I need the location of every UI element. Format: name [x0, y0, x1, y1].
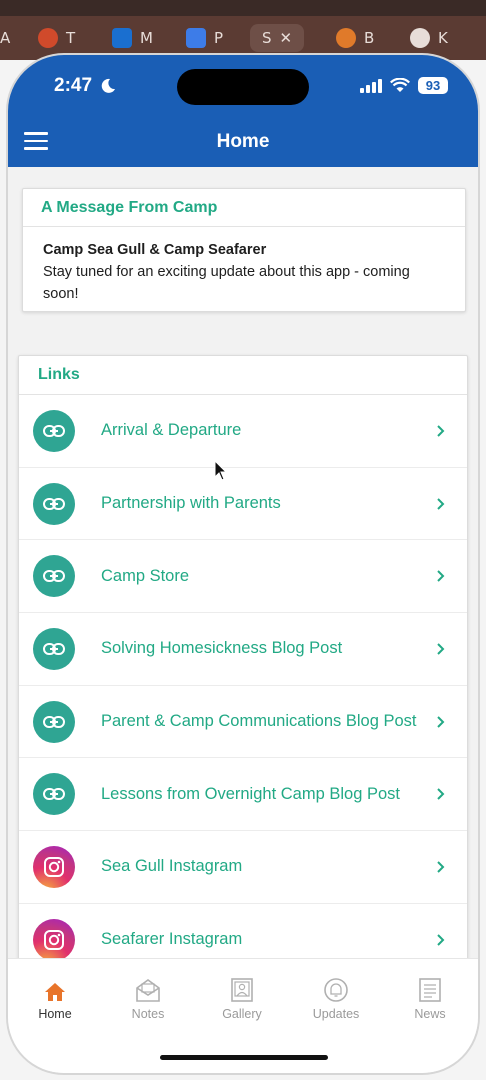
nav-home[interactable]: Home: [15, 975, 95, 1021]
chevron-right-icon: [437, 715, 445, 728]
globe-icon: [410, 28, 430, 48]
powerpoint-icon: [38, 28, 58, 48]
links-heading: Links: [19, 356, 467, 395]
phone-screen: 2:47 93 Home A Message From Camp Camp Se…: [8, 55, 478, 1073]
status-icons: 93: [360, 77, 448, 94]
link-camp-store[interactable]: Camp Store: [19, 540, 467, 614]
nav-gallery[interactable]: Gallery: [202, 975, 282, 1021]
chevron-right-icon: [437, 497, 445, 510]
battery-indicator: 93: [418, 77, 448, 94]
chevron-right-icon: [437, 861, 445, 873]
moon-icon: [101, 78, 115, 93]
link-label: Partnership with Parents: [101, 494, 281, 513]
link-label: Parent & Camp Communications Blog Post: [101, 712, 417, 731]
app-icon: [336, 28, 356, 48]
link-label: Seafarer Instagram: [101, 930, 243, 949]
link-icon: [33, 482, 75, 525]
host-browser-topline: [0, 0, 486, 16]
newspaper-icon: [419, 978, 441, 1002]
host-tab[interactable]: M: [112, 24, 153, 52]
message-card: A Message From Camp Camp Sea Gull & Camp…: [22, 188, 466, 312]
home-indicator: [160, 1055, 328, 1060]
nav-label: News: [414, 1007, 446, 1021]
nav-notes[interactable]: Notes: [108, 975, 188, 1021]
instagram-icon: [33, 845, 75, 888]
host-tab-active[interactable]: S ✕: [250, 24, 305, 52]
nav-label: Updates: [312, 1007, 360, 1021]
nav-updates[interactable]: Updates: [296, 975, 376, 1021]
outlook-icon: [112, 28, 132, 48]
host-tab[interactable]: T: [38, 24, 75, 52]
link-icon: [33, 409, 75, 452]
host-tab[interactable]: K: [410, 24, 448, 52]
host-tab-label: T: [66, 29, 76, 47]
chevron-right-icon: [437, 570, 445, 582]
app-bar: 2:47 93 Home: [8, 55, 478, 167]
host-tab-label: B: [364, 29, 375, 47]
chevron-right-icon: [437, 788, 445, 800]
message-card-heading: A Message From Camp: [23, 189, 465, 227]
host-tab[interactable]: B: [336, 24, 374, 52]
host-tab[interactable]: P: [186, 24, 223, 52]
link-icon: [33, 627, 75, 670]
link-label: Camp Store: [101, 566, 190, 585]
link-label: Sea Gull Instagram: [101, 857, 243, 876]
message-text: Stay tuned for an exciting update about …: [43, 264, 410, 302]
dynamic-island: [177, 69, 309, 105]
nav-news[interactable]: News: [390, 975, 470, 1021]
wifi-icon: [390, 78, 410, 92]
host-tab-label: K: [438, 29, 448, 47]
instagram-icon: [33, 918, 75, 961]
link-icon: [33, 700, 75, 743]
host-tab-label: M: [140, 29, 153, 47]
link-partnership-parents[interactable]: Partnership with Parents: [19, 468, 467, 541]
status-time: 2:47: [54, 75, 93, 96]
link-homesickness-blog[interactable]: Solving Homesickness Blog Post: [19, 613, 467, 686]
host-browser-tabbar: A T M P S ✕ B K: [0, 0, 486, 60]
nav-label: Notes: [131, 1007, 165, 1021]
host-tab-label: P: [214, 29, 224, 47]
chevron-right-icon: [437, 425, 445, 437]
link-icon: [33, 773, 75, 816]
chevron-right-icon: [437, 643, 445, 655]
page-title: Home: [216, 131, 270, 152]
message-title: Camp Sea Gull & Camp Seafarer: [43, 242, 267, 258]
message-body: Camp Sea Gull & Camp Seafarer Stay tuned…: [23, 227, 465, 305]
gallery-icon: [231, 978, 253, 1002]
signal-icon: [360, 78, 382, 93]
link-arrival-departure[interactable]: Arrival & Departure: [19, 395, 467, 468]
host-tab[interactable]: A: [0, 24, 10, 52]
link-sea-gull-instagram[interactable]: Sea Gull Instagram: [19, 831, 467, 904]
link-label: Arrival & Departure: [101, 421, 242, 440]
host-tab-label: S: [262, 29, 272, 47]
link-overnight-camp-blog[interactable]: Lessons from Overnight Camp Blog Post: [19, 758, 467, 832]
link-icon: [33, 555, 75, 598]
links-card: Links Arrival & Departure Partnership wi…: [18, 355, 468, 975]
link-label: Solving Homesickness Blog Post: [101, 639, 343, 658]
home-icon: [45, 983, 65, 1001]
nav-label: Home: [38, 1007, 72, 1021]
link-label: Lessons from Overnight Camp Blog Post: [101, 784, 400, 803]
link-communications-blog[interactable]: Parent & Camp Communications Blog Post: [19, 686, 467, 759]
mail-icon: [136, 979, 160, 1002]
app-icon: [186, 28, 206, 48]
bell-icon: [324, 978, 348, 1002]
mouse-cursor-icon: [214, 460, 228, 481]
chevron-right-icon: [437, 933, 445, 946]
nav-label: Gallery: [222, 1007, 262, 1021]
host-tab-label: A: [0, 29, 11, 47]
close-icon[interactable]: ✕: [280, 29, 293, 47]
